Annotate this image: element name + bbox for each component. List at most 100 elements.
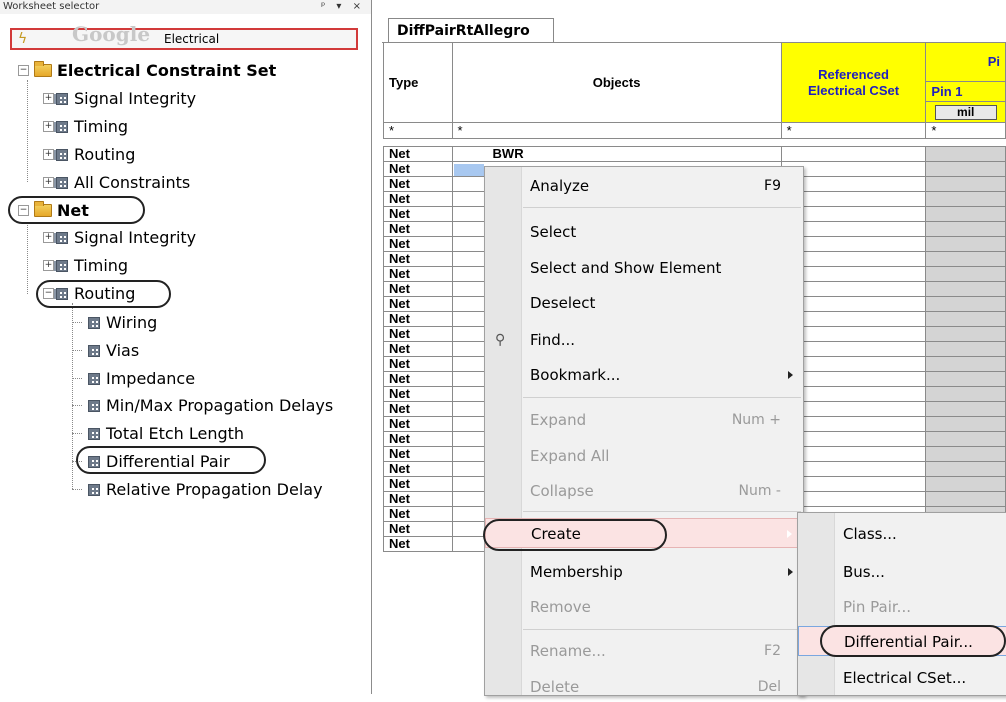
menu-item-collapse[interactable]: Collapse Num -	[485, 476, 803, 506]
panel-buttons[interactable]: ᵖ ▾ ×	[321, 0, 365, 14]
object-cell[interactable]: BWR	[451, 146, 782, 162]
menu-item-label: Delete	[530, 678, 580, 696]
pin-cell[interactable]	[925, 296, 1006, 312]
filter-cset[interactable]: *	[780, 122, 927, 139]
pin-cell[interactable]	[925, 461, 1006, 477]
filter-type[interactable]: *	[383, 122, 453, 139]
menu-item-delete[interactable]: Delete Del	[485, 672, 803, 702]
pin-cell[interactable]	[925, 431, 1006, 447]
pin-cell[interactable]	[925, 191, 1006, 207]
menu-item-rename[interactable]: Rename... F2	[485, 636, 803, 666]
tree-item-ecs-routing[interactable]: Routing	[56, 142, 135, 166]
expand-toggle[interactable]: +	[43, 232, 54, 243]
tree-item-impedance[interactable]: Impedance	[88, 366, 195, 390]
submenu-arrow-icon	[787, 530, 792, 538]
column-header-referenced-cset[interactable]: Referenced Electrical CSet	[780, 42, 927, 123]
pin-cell[interactable]	[925, 281, 1006, 297]
menu-item-membership[interactable]: Membership	[485, 557, 803, 587]
pin-cell[interactable]	[925, 491, 1006, 507]
tree-item-ecs-all-constraints[interactable]: All Constraints	[56, 170, 190, 194]
submenu-arrow-icon	[788, 371, 793, 379]
menu-item-label: Collapse	[530, 482, 594, 500]
menu-item-select[interactable]: Select	[485, 217, 803, 247]
menu-item-label: Bus...	[843, 563, 885, 581]
type-cell: Net	[383, 236, 453, 252]
tree-item-ecs-timing[interactable]: Timing	[56, 114, 128, 138]
column-header-pin-group[interactable]: Pi	[925, 42, 1006, 82]
pin-cell[interactable]	[925, 206, 1006, 222]
tree-item-vias[interactable]: Vias	[88, 338, 139, 362]
pin-cell[interactable]	[925, 356, 1006, 372]
pin-cell[interactable]	[925, 326, 1006, 342]
pin-cell[interactable]	[925, 161, 1006, 177]
worksheet-type-combo[interactable]: ϟ Google Electrical	[10, 22, 358, 50]
menu-item-label: Analyze	[530, 177, 590, 195]
worksheet-icon	[56, 231, 68, 244]
tree-item-label: Signal Integrity	[74, 88, 197, 108]
menu-item-analyze[interactable]: Analyze F9	[485, 171, 803, 201]
column-header-objects[interactable]: Objects	[451, 42, 782, 123]
menu-item-deselect[interactable]: Deselect	[485, 288, 803, 318]
cset-cell[interactable]	[780, 146, 927, 162]
type-cell: Net	[383, 266, 453, 282]
pin-cell[interactable]	[925, 311, 1006, 327]
collapse-toggle[interactable]: −	[18, 65, 29, 76]
expand-toggle[interactable]: +	[43, 177, 54, 188]
menu-item-find[interactable]: ⚲ Find...	[485, 325, 803, 355]
menu-item-select-and-show[interactable]: Select and Show Element	[485, 253, 803, 283]
column-header-pin1[interactable]: Pin 1	[925, 81, 1006, 102]
expand-toggle[interactable]: +	[43, 93, 54, 104]
unit-button[interactable]: mil	[934, 104, 997, 120]
submenu-item-electrical-cset[interactable]: Electrical CSet...	[798, 663, 1006, 693]
expand-toggle[interactable]: +	[43, 149, 54, 160]
submenu-item-class[interactable]: Class...	[798, 519, 1006, 549]
pin-cell[interactable]	[925, 221, 1006, 237]
type-cell: Net	[383, 476, 453, 492]
expand-toggle[interactable]: +	[43, 260, 54, 271]
menu-item-label: Rename...	[530, 642, 606, 660]
menu-item-label: Pin Pair...	[843, 598, 911, 616]
menu-item-expand-all[interactable]: Expand All	[485, 441, 803, 471]
tree-item-net-signal-integrity[interactable]: Signal Integrity	[56, 225, 196, 249]
expand-toggle[interactable]: +	[43, 121, 54, 132]
menu-item-shortcut: F9	[764, 178, 781, 194]
pin-cell[interactable]	[925, 176, 1006, 192]
menu-item-label: Deselect	[530, 294, 596, 312]
tree-item-ecs-signal-integrity[interactable]: Signal Integrity	[56, 86, 196, 110]
filter-pin[interactable]: *	[925, 122, 1006, 139]
pin-cell[interactable]	[925, 266, 1006, 282]
pin-cell[interactable]	[925, 476, 1006, 492]
annotation-circle	[820, 625, 1006, 657]
pin-cell[interactable]	[925, 416, 1006, 432]
submenu-item-pin-pair[interactable]: Pin Pair...	[798, 592, 1006, 622]
pin-cell[interactable]	[925, 386, 1006, 402]
worksheet-selector-panel: Worksheet selector ᵖ ▾ × ϟ Google Electr…	[0, 0, 372, 694]
tree-item-net-timing[interactable]: Timing	[56, 253, 128, 277]
pin-cell[interactable]	[925, 401, 1006, 417]
column-header-type[interactable]: Type	[383, 42, 453, 123]
table-row[interactable]: Net BWR	[383, 146, 1006, 162]
pin-cell[interactable]	[925, 236, 1006, 252]
type-cell: Net	[383, 416, 453, 432]
submenu-item-bus[interactable]: Bus...	[798, 557, 1006, 587]
tree-item-min-max-propagation-delays[interactable]: Min/Max Propagation Delays	[88, 393, 333, 417]
type-cell: Net	[383, 506, 453, 522]
filter-objects[interactable]: *	[451, 122, 782, 139]
tree-item-total-etch-length[interactable]: Total Etch Length	[88, 421, 244, 445]
pin-cell[interactable]	[925, 446, 1006, 462]
tree-item-relative-propagation-delay[interactable]: Relative Propagation Delay	[88, 477, 323, 501]
pin-cell[interactable]	[925, 371, 1006, 387]
menu-item-bookmark[interactable]: Bookmark...	[485, 360, 803, 390]
tree-item-wiring[interactable]: Wiring	[88, 310, 157, 334]
menu-item-label: Find...	[530, 331, 576, 349]
pin-cell[interactable]	[925, 251, 1006, 267]
tree-item-ecs[interactable]: Electrical Constraint Set	[34, 58, 276, 82]
menu-item-expand[interactable]: Expand Num +	[485, 405, 803, 435]
pin-cell[interactable]	[925, 146, 1006, 162]
tab-diffpairrtallegro[interactable]: DiffPairRtAllegro	[388, 18, 554, 42]
pin-cell[interactable]	[925, 341, 1006, 357]
type-cell: Net	[383, 251, 453, 267]
menu-item-remove[interactable]: Remove	[485, 592, 803, 622]
menu-separator	[523, 511, 801, 512]
type-cell: Net	[383, 461, 453, 477]
